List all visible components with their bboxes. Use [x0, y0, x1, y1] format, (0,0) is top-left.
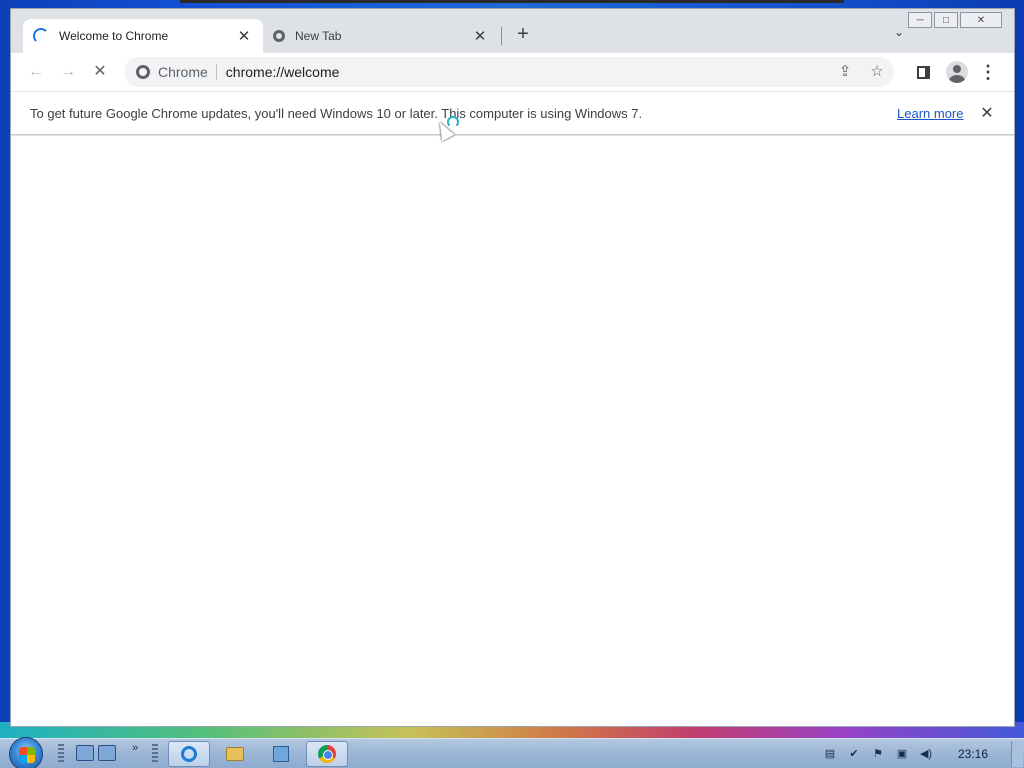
- taskbar-app-internet-explorer[interactable]: [168, 741, 210, 767]
- page-content: [11, 136, 1014, 726]
- switch-windows-quicklaunch-icon[interactable]: [98, 745, 116, 761]
- busy-cursor-icon: [447, 116, 459, 128]
- chrome-window: ─ □ ✕ Welcome to Chrome ✕ New Tab ✕ + ⌄ …: [10, 8, 1015, 727]
- bookmark-star-icon[interactable]: ☆: [866, 61, 888, 83]
- internet-explorer-icon: [181, 746, 197, 762]
- taskbar-app-windows-explorer[interactable]: [214, 741, 256, 767]
- network-icon[interactable]: ▣: [895, 747, 909, 761]
- loading-spinner-icon: [33, 28, 49, 44]
- new-tab-button[interactable]: +: [511, 23, 535, 47]
- tab-new-tab[interactable]: New Tab ✕: [263, 19, 499, 53]
- show-desktop-button[interactable]: [1011, 741, 1023, 767]
- omnibox-actions: ⇪ ☆: [834, 61, 888, 83]
- chrome-favicon-icon: [273, 30, 285, 42]
- quicklaunch-more-chevron[interactable]: »: [132, 742, 138, 754]
- side-panel-icon[interactable]: [917, 66, 930, 79]
- address-bar[interactable]: Chrome chrome://welcome ⇪ ☆: [124, 57, 894, 87]
- profile-avatar-icon[interactable]: [946, 61, 968, 83]
- learn-more-link[interactable]: Learn more: [897, 106, 963, 121]
- windows-taskbar: » ▤ ✔ ⚑ ▣ ◀) 23:16: [0, 737, 1024, 768]
- tab-title: New Tab: [295, 29, 342, 43]
- volume-icon[interactable]: ◀): [919, 747, 933, 761]
- start-button[interactable]: [9, 737, 43, 768]
- flag-icon[interactable]: ⚑: [871, 747, 885, 761]
- tab-close-button[interactable]: ✕: [235, 27, 253, 45]
- tab-close-button[interactable]: ✕: [471, 27, 489, 45]
- forward-button[interactable]: →: [57, 61, 79, 83]
- chrome-icon: [136, 65, 150, 79]
- site-chip-label[interactable]: Chrome: [158, 64, 217, 80]
- windows-logo-icon: [19, 747, 35, 763]
- notes-icon[interactable]: ▤: [823, 747, 837, 761]
- taskbar-grip[interactable]: [152, 744, 158, 764]
- tab-strip: Welcome to Chrome ✕ New Tab ✕ + ⌄: [11, 9, 1014, 53]
- chrome-menu-button[interactable]: ⋮: [979, 61, 997, 83]
- show-desktop-quicklaunch-icon[interactable]: [76, 745, 94, 761]
- control-panel-icon: [273, 746, 289, 762]
- taskbar-app-google-chrome[interactable]: [306, 741, 348, 767]
- stop-loading-button[interactable]: ✕: [89, 61, 111, 83]
- url-text[interactable]: chrome://welcome: [226, 64, 340, 80]
- infobar-message: To get future Google Chrome updates, you…: [30, 105, 643, 121]
- screen-top-bar: [180, 0, 844, 3]
- system-clock[interactable]: 23:16: [958, 747, 988, 761]
- share-icon[interactable]: ⇪: [834, 61, 856, 83]
- security-shield-icon[interactable]: ✔: [847, 747, 861, 761]
- taskbar-app-control-panel[interactable]: [260, 741, 302, 767]
- back-button[interactable]: ←: [25, 61, 47, 83]
- folder-icon: [226, 747, 244, 761]
- tab-separator: [501, 27, 502, 45]
- infobar-close-button[interactable]: ✕: [978, 103, 996, 123]
- tab-search-button[interactable]: ⌄: [890, 25, 908, 43]
- taskbar-grip[interactable]: [58, 744, 64, 764]
- tab-welcome[interactable]: Welcome to Chrome ✕: [23, 19, 263, 53]
- update-infobar: To get future Google Chrome updates, you…: [11, 91, 1014, 135]
- browser-toolbar: ← → ✕ Chrome chrome://welcome ⇪ ☆ ⋮: [11, 53, 1014, 91]
- tab-title: Welcome to Chrome: [59, 29, 169, 43]
- chrome-icon: [318, 745, 336, 763]
